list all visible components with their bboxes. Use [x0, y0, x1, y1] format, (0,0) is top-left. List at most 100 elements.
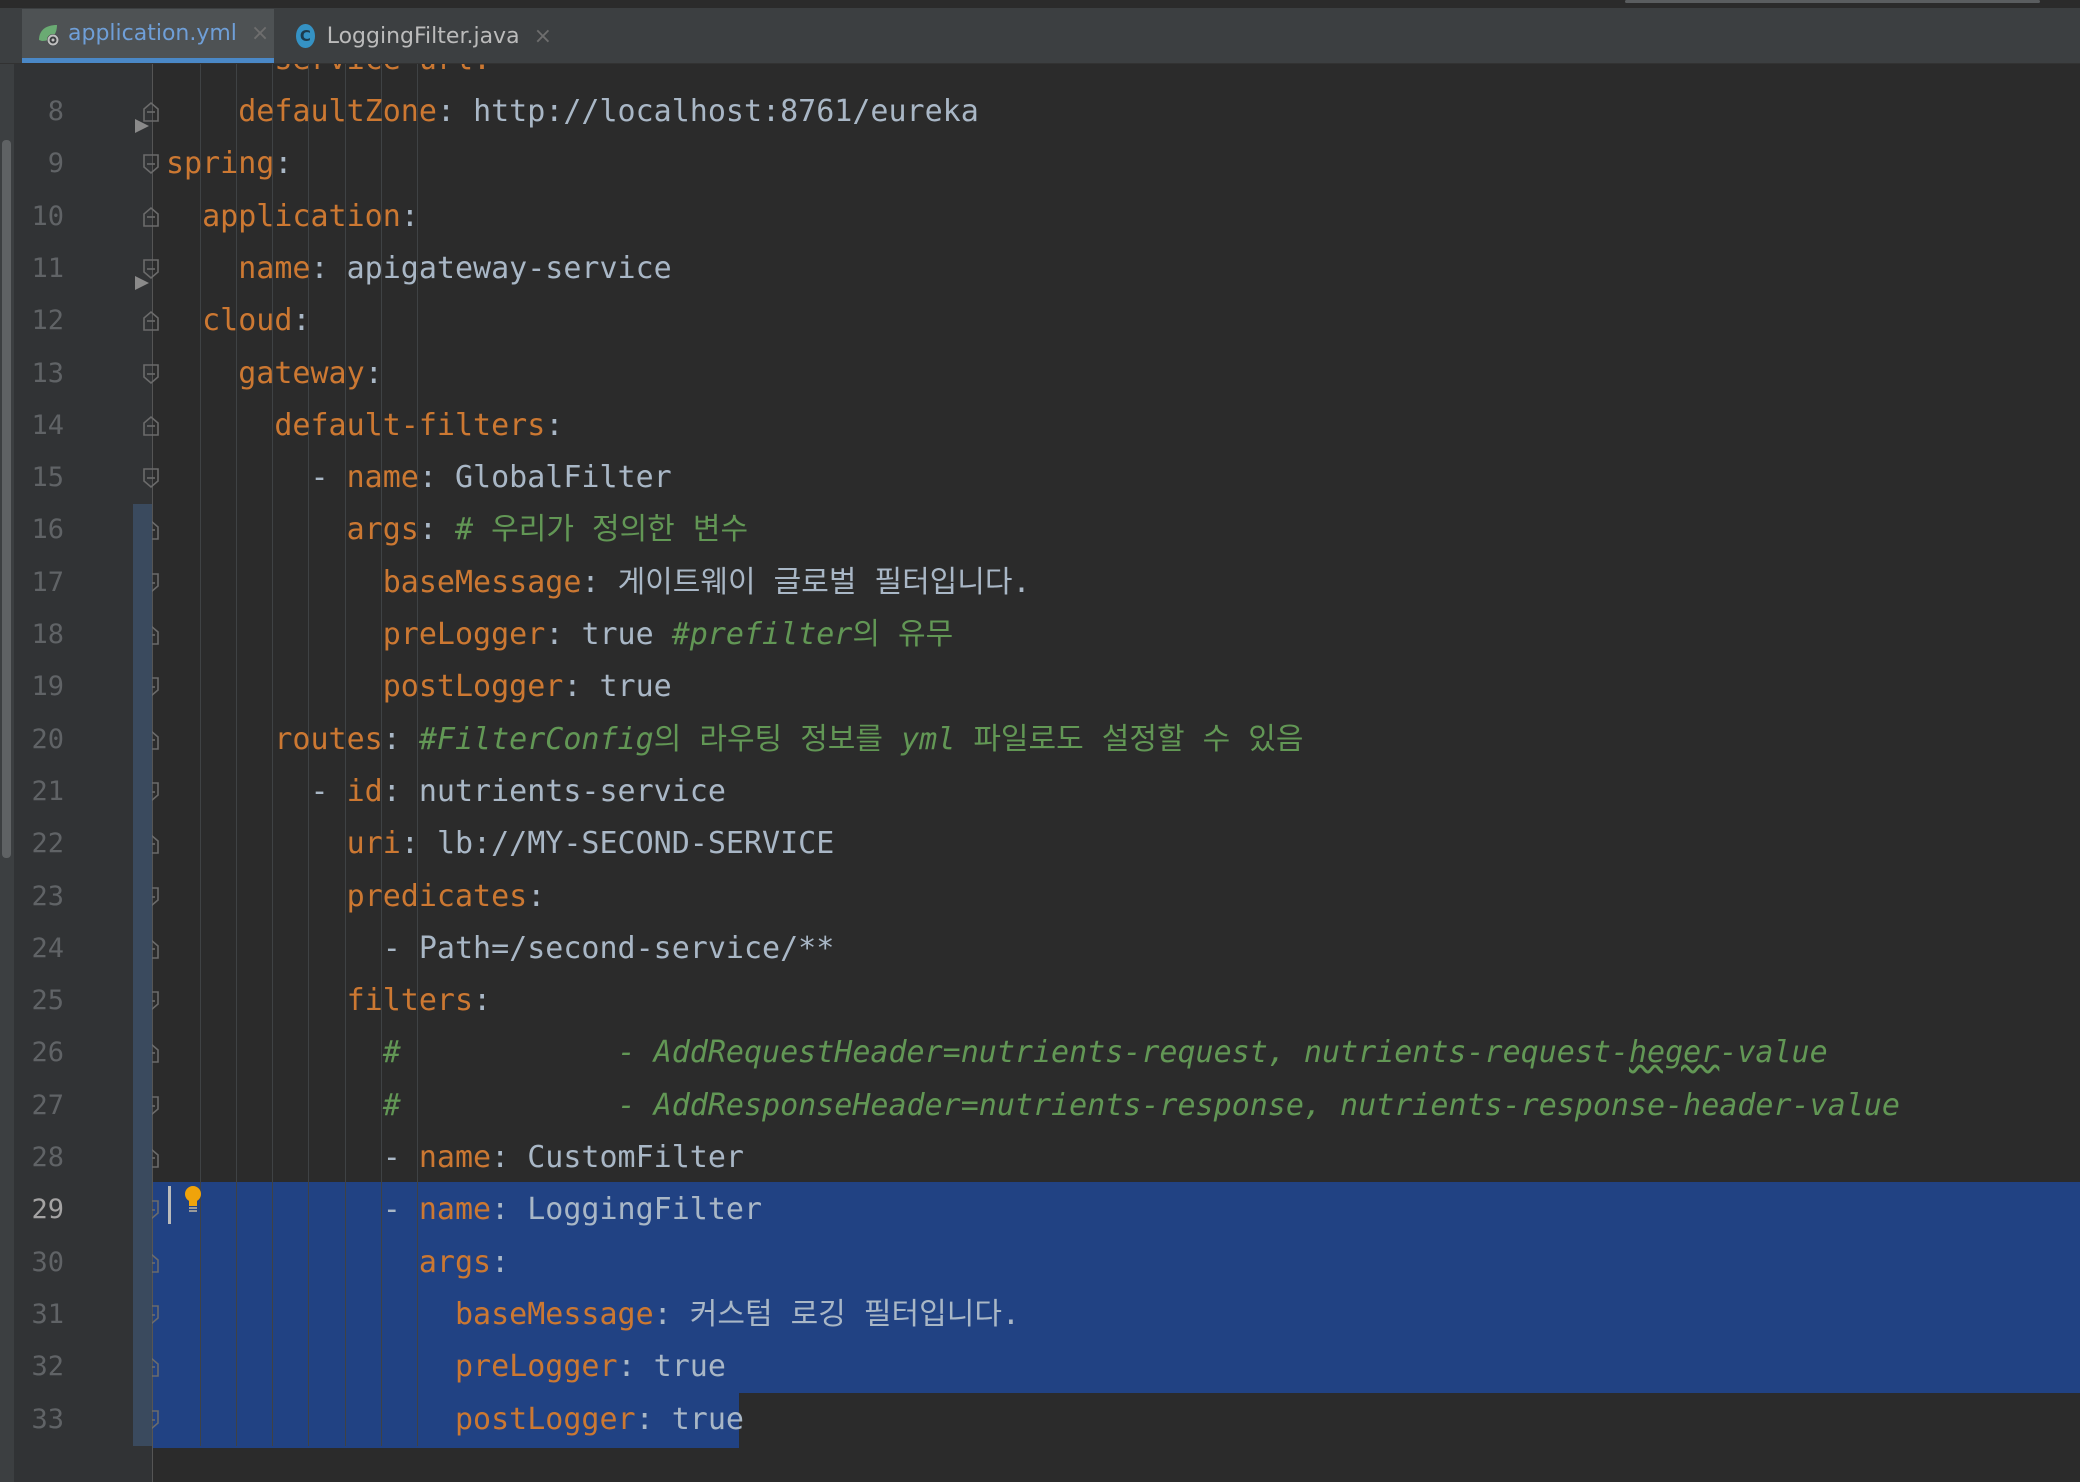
run-gutter-icon[interactable]: [132, 116, 152, 136]
tab-bar-scrollbar[interactable]: [1625, 0, 2040, 3]
code-line: - name: CustomFilter: [166, 1132, 2080, 1184]
yaml-value: 게이트웨이 글로벌 필터입니다.: [617, 564, 1031, 600]
line-number: 11: [31, 252, 64, 284]
close-icon[interactable]: ×: [251, 21, 269, 46]
yaml-key: preLogger: [454, 1349, 618, 1385]
yaml-key: gateway: [238, 355, 365, 391]
line-number: 26: [31, 1037, 64, 1069]
list-dash: -: [310, 460, 347, 496]
code-line: preLogger: true #prefilter의 유무: [166, 609, 2080, 661]
java-class-icon: C: [296, 24, 315, 48]
typo-highlight[interactable]: heger: [1629, 1035, 1719, 1070]
colon-separator: :: [400, 198, 419, 234]
code-line: - name: GlobalFilter: [166, 452, 2080, 504]
yaml-key: predicates: [346, 878, 528, 914]
colon-separator: :: [364, 355, 383, 391]
line-number: 28: [31, 1142, 64, 1173]
fold-marker-icon[interactable]: [142, 415, 160, 437]
close-icon[interactable]: ×: [534, 24, 552, 49]
colon-separator: :: [491, 1244, 510, 1280]
line-number: 14: [31, 409, 64, 441]
fold-marker-icon[interactable]: [142, 206, 160, 228]
yaml-key: default-filters: [274, 407, 546, 443]
colon-separator: :: [418, 460, 455, 496]
code-editor[interactable]: service-url: defaultZone: http://localho…: [153, 64, 2080, 1482]
comment-text: 의 라우팅 정보를: [653, 721, 902, 757]
lightbulb-icon[interactable]: [182, 1184, 204, 1218]
line-number: 16: [31, 514, 64, 546]
code-line: baseMessage: 게이트웨이 글로벌 필터입니다.: [166, 557, 2080, 609]
line-number: 8: [47, 96, 64, 127]
yaml-value: nutrients-service: [418, 773, 726, 809]
yaml-key: defaultZone: [238, 94, 437, 129]
vcs-change-marker[interactable]: [133, 713, 152, 1028]
yaml-key: application: [202, 198, 401, 234]
text-caret: [168, 1186, 171, 1224]
yaml-key: args: [418, 1244, 492, 1280]
colon-separator: :: [436, 94, 474, 129]
yaml-key: baseMessage: [382, 564, 582, 600]
tab-label: application.yml: [68, 21, 237, 46]
comment-italic: #prefilter: [671, 617, 853, 652]
comment-italic: # - AddRequestHeader=nutrients-request, …: [382, 1035, 1629, 1071]
vertical-scrollbar[interactable]: [2, 140, 11, 858]
comment-italic: yml: [901, 721, 956, 757]
colon-separator: :: [617, 1349, 654, 1385]
colon-separator: :: [635, 1401, 672, 1437]
code-line: # - AddResponseHeader=nutrients-response…: [166, 1080, 2080, 1132]
fold-marker-icon[interactable]: [142, 310, 160, 332]
yaml-value: true: [599, 669, 672, 705]
yaml-key: cloud: [202, 303, 293, 339]
line-number: 33: [31, 1403, 64, 1435]
line-number: 12: [31, 305, 64, 337]
comment-italic: #FilterConfig: [418, 721, 654, 757]
line-number: 17: [31, 566, 64, 598]
yaml-key: name: [238, 250, 311, 286]
tab-application-yml[interactable]: application.yml ×: [22, 9, 274, 63]
comment-italic: # - AddResponseHeader=nutrients-response…: [382, 1087, 1900, 1123]
run-gutter-icon[interactable]: [132, 273, 152, 293]
code-line: cloud:: [166, 295, 2080, 347]
yaml-value: LoggingFilter: [527, 1192, 763, 1228]
yaml-key: filters: [346, 983, 474, 1019]
list-dash: -: [382, 1192, 419, 1228]
line-number: 30: [31, 1246, 64, 1278]
line-number: 32: [31, 1351, 64, 1383]
fold-marker-icon[interactable]: [142, 467, 160, 489]
fold-marker-icon[interactable]: [142, 153, 160, 175]
line-number: 24: [31, 932, 64, 964]
editor-tab-bar: application.yml × C LoggingFilter.java ×: [0, 0, 2080, 64]
vcs-change-marker[interactable]: [133, 504, 152, 714]
line-number: 10: [31, 200, 64, 232]
colon-separator: :: [527, 878, 546, 914]
yaml-value: GlobalFilter: [455, 460, 672, 496]
colon-separator: :: [310, 250, 347, 286]
line-number: 18: [31, 619, 64, 650]
fold-marker-icon[interactable]: [142, 363, 160, 385]
line-number: 20: [31, 723, 64, 755]
line-number: 31: [31, 1298, 64, 1330]
line-number: 21: [31, 775, 64, 807]
line-number: 13: [31, 357, 64, 389]
code-line: predicates:: [166, 871, 2080, 923]
code-line: postLogger: true: [166, 1394, 2080, 1446]
code-line: application:: [166, 191, 2080, 243]
colon-separator: :: [473, 983, 492, 1019]
code-line: routes: #FilterConfig의 라우팅 정보를 yml 파일로도 …: [166, 714, 2080, 766]
code-line: baseMessage: 커스텀 로깅 필터입니다.: [166, 1289, 2080, 1341]
vcs-change-marker[interactable]: [133, 1027, 152, 1446]
yaml-value: lb://MY-SECOND-SERVICE: [436, 826, 835, 862]
tab-logging-filter-java[interactable]: C LoggingFilter.java ×: [282, 9, 552, 63]
yaml-value: true: [671, 1401, 744, 1437]
code-line: postLogger: true: [166, 661, 2080, 713]
